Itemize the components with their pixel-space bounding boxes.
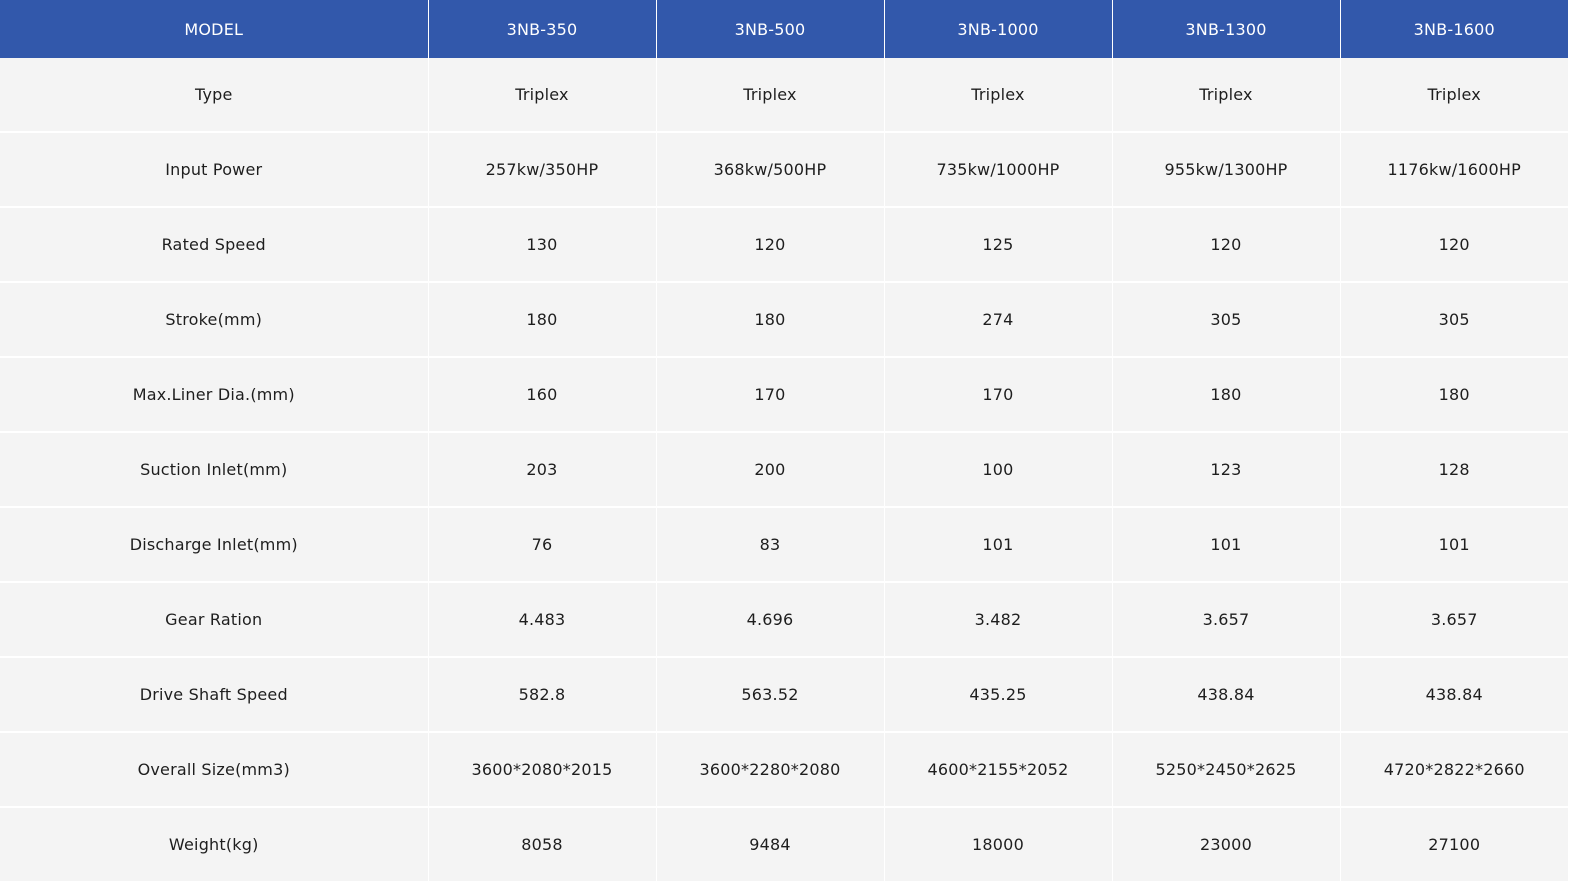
table-cell: 4.483 bbox=[428, 582, 657, 658]
header-cell-3nb-500: 3NB-500 bbox=[656, 0, 885, 58]
table-cell: 582.8 bbox=[428, 657, 657, 733]
table-cell: 3600*2280*2080 bbox=[656, 732, 885, 808]
table-cell: 128 bbox=[1340, 432, 1568, 508]
table-cell: 368kw/500HP bbox=[656, 132, 885, 208]
table-cell: 160 bbox=[428, 357, 657, 433]
table-cell: 120 bbox=[1112, 207, 1341, 283]
table-cell: 180 bbox=[1340, 357, 1568, 433]
table-cell: 200 bbox=[656, 432, 885, 508]
table-row-input-power: Input Power 257kw/350HP 368kw/500HP 735k… bbox=[0, 132, 1568, 208]
table-cell: Triplex bbox=[428, 58, 657, 133]
header-cell-3nb-350: 3NB-350 bbox=[428, 0, 657, 58]
table-cell: 305 bbox=[1340, 282, 1568, 358]
table-cell: 180 bbox=[656, 282, 885, 358]
table-cell: 120 bbox=[1340, 207, 1568, 283]
table-row-weight: Weight(kg) 8058 9484 18000 23000 27100 bbox=[0, 807, 1568, 881]
table-cell: 735kw/1000HP bbox=[884, 132, 1113, 208]
header-cell-model: MODEL bbox=[0, 0, 429, 58]
table-cell: Triplex bbox=[1340, 58, 1568, 133]
table-cell: 274 bbox=[884, 282, 1113, 358]
table-row-max-liner-dia: Max.Liner Dia.(mm) 160 170 170 180 180 bbox=[0, 357, 1568, 433]
table-cell: 170 bbox=[656, 357, 885, 433]
table-cell: 120 bbox=[656, 207, 885, 283]
table-cell: 123 bbox=[1112, 432, 1341, 508]
table-cell: 438.84 bbox=[1340, 657, 1568, 733]
row-label: Discharge Inlet(mm) bbox=[0, 507, 429, 583]
table-cell: 435.25 bbox=[884, 657, 1113, 733]
table-row-suction-inlet: Suction Inlet(mm) 203 200 100 123 128 bbox=[0, 432, 1568, 508]
table-cell: 9484 bbox=[656, 807, 885, 881]
header-cell-3nb-1600: 3NB-1600 bbox=[1340, 0, 1568, 58]
table-row-type: Type Triplex Triplex Triplex Triplex Tri… bbox=[0, 58, 1568, 133]
table-cell: 955kw/1300HP bbox=[1112, 132, 1341, 208]
table-cell: 76 bbox=[428, 507, 657, 583]
table-row-gear-ration: Gear Ration 4.483 4.696 3.482 3.657 3.65… bbox=[0, 582, 1568, 658]
table-cell: 4.696 bbox=[656, 582, 885, 658]
table-cell: 3600*2080*2015 bbox=[428, 732, 657, 808]
table-cell: 257kw/350HP bbox=[428, 132, 657, 208]
table-cell: 125 bbox=[884, 207, 1113, 283]
table-cell: 100 bbox=[884, 432, 1113, 508]
spec-table: MODEL 3NB-350 3NB-500 3NB-1000 3NB-1300 … bbox=[0, 0, 1568, 881]
table-body: Type Triplex Triplex Triplex Triplex Tri… bbox=[0, 58, 1568, 881]
table-cell: 3.482 bbox=[884, 582, 1113, 658]
table-cell: 101 bbox=[1112, 507, 1341, 583]
row-label: Suction Inlet(mm) bbox=[0, 432, 429, 508]
header-row: MODEL 3NB-350 3NB-500 3NB-1000 3NB-1300 … bbox=[0, 0, 1568, 58]
row-label: Overall Size(mm3) bbox=[0, 732, 429, 808]
table-row-overall-size: Overall Size(mm3) 3600*2080*2015 3600*22… bbox=[0, 732, 1568, 808]
table-cell: 18000 bbox=[884, 807, 1113, 881]
table-header: MODEL 3NB-350 3NB-500 3NB-1000 3NB-1300 … bbox=[0, 0, 1568, 58]
table-cell: 130 bbox=[428, 207, 657, 283]
table-cell: 203 bbox=[428, 432, 657, 508]
table-cell: 4720*2822*2660 bbox=[1340, 732, 1568, 808]
table-cell: 4600*2155*2052 bbox=[884, 732, 1113, 808]
table-cell: Triplex bbox=[884, 58, 1113, 133]
table-cell: 3.657 bbox=[1340, 582, 1568, 658]
row-label: Gear Ration bbox=[0, 582, 429, 658]
row-label: Weight(kg) bbox=[0, 807, 429, 881]
table-cell: 101 bbox=[884, 507, 1113, 583]
row-label: Input Power bbox=[0, 132, 429, 208]
header-cell-3nb-1000: 3NB-1000 bbox=[884, 0, 1113, 58]
table-cell: Triplex bbox=[1112, 58, 1341, 133]
table-cell: 305 bbox=[1112, 282, 1341, 358]
table-cell: 8058 bbox=[428, 807, 657, 881]
table-row-rated-speed: Rated Speed 130 120 125 120 120 bbox=[0, 207, 1568, 283]
table-cell: 3.657 bbox=[1112, 582, 1341, 658]
table-cell: 83 bbox=[656, 507, 885, 583]
table-row-stroke: Stroke(mm) 180 180 274 305 305 bbox=[0, 282, 1568, 358]
table-cell: 101 bbox=[1340, 507, 1568, 583]
table-cell: 5250*2450*2625 bbox=[1112, 732, 1341, 808]
header-cell-3nb-1300: 3NB-1300 bbox=[1112, 0, 1341, 58]
table-cell: Triplex bbox=[656, 58, 885, 133]
row-label: Drive Shaft Speed bbox=[0, 657, 429, 733]
table-row-discharge-inlet: Discharge Inlet(mm) 76 83 101 101 101 bbox=[0, 507, 1568, 583]
table-row-drive-shaft-speed: Drive Shaft Speed 582.8 563.52 435.25 43… bbox=[0, 657, 1568, 733]
table-cell: 170 bbox=[884, 357, 1113, 433]
table-cell: 27100 bbox=[1340, 807, 1568, 881]
row-label: Rated Speed bbox=[0, 207, 429, 283]
table-cell: 563.52 bbox=[656, 657, 885, 733]
row-label: Max.Liner Dia.(mm) bbox=[0, 357, 429, 433]
table-cell: 180 bbox=[428, 282, 657, 358]
row-label: Stroke(mm) bbox=[0, 282, 429, 358]
table-cell: 180 bbox=[1112, 357, 1341, 433]
table-cell: 23000 bbox=[1112, 807, 1341, 881]
row-label: Type bbox=[0, 58, 429, 133]
table-cell: 438.84 bbox=[1112, 657, 1341, 733]
table-cell: 1176kw/1600HP bbox=[1340, 132, 1568, 208]
